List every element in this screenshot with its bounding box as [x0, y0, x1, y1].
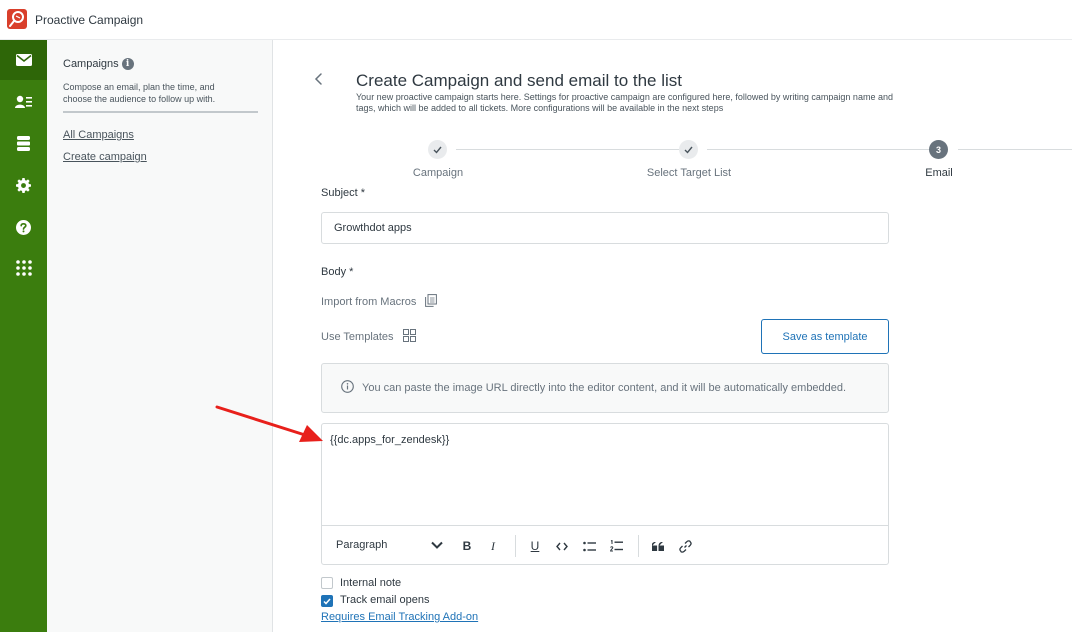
info-circle-icon: [341, 380, 354, 396]
link-button[interactable]: [677, 538, 693, 554]
database-icon: [17, 135, 30, 151]
quote-icon: [652, 541, 664, 551]
mail-icon: [15, 54, 32, 66]
sidebar-title-text: Campaigns: [63, 58, 119, 70]
help-icon: [16, 219, 31, 235]
nav-item-help[interactable]: [0, 207, 47, 247]
blockquote-button[interactable]: [650, 538, 666, 554]
step-3-label: Email: [925, 167, 953, 179]
page-subtitle: Your new proactive campaign starts here.…: [356, 92, 893, 113]
red-annotation-arrow: [215, 405, 323, 442]
sidebar-divider: [63, 111, 258, 113]
back-button[interactable]: [312, 72, 326, 86]
internal-note-checkbox[interactable]: [321, 577, 333, 589]
apps-grid-icon: [15, 260, 32, 276]
check-icon: [684, 146, 693, 154]
bold-button[interactable]: B: [459, 538, 475, 554]
editor-content[interactable]: {{dc.apps_for_zendesk}}: [330, 434, 449, 446]
step-1-circle: [428, 140, 447, 159]
use-templates-label: Use Templates: [321, 331, 394, 343]
check-icon: [323, 598, 331, 605]
chevron-down-icon[interactable]: [431, 541, 443, 549]
track-email-opens-label: Track email opens: [340, 594, 430, 606]
import-macros-button[interactable]: Import from Macros: [321, 294, 438, 310]
toolbar-divider: [515, 535, 516, 557]
required-mark: *: [349, 266, 354, 278]
email-tracking-addon-link[interactable]: Requires Email Tracking Add-on: [321, 611, 478, 623]
campaigns-sidebar: Campaigns i Compose an email, plan the t…: [47, 40, 273, 632]
subject-label-text: Subject: [321, 187, 358, 199]
link-icon: [678, 539, 692, 553]
track-email-opens-checkbox[interactable]: [321, 595, 333, 607]
paragraph-select[interactable]: Paragraph: [336, 539, 387, 551]
all-campaigns-link[interactable]: All Campaigns: [63, 129, 134, 141]
nav-item-campaigns[interactable]: [0, 40, 47, 80]
import-macros-label: Import from Macros: [321, 296, 417, 308]
nav-item-contacts[interactable]: [0, 82, 47, 122]
top-bar: Proactive Campaign: [0, 0, 1072, 40]
gear-icon: [16, 177, 31, 193]
app-logo-icon: [7, 9, 27, 29]
toolbar-divider: [638, 535, 639, 557]
copy-icon: [425, 294, 438, 310]
underline-button[interactable]: U: [527, 538, 543, 554]
check-icon: [433, 146, 442, 154]
create-campaign-link[interactable]: Create campaign: [63, 151, 147, 163]
nav-item-settings[interactable]: [0, 165, 47, 205]
body-label: Body *: [321, 266, 353, 278]
nav-item-data[interactable]: [0, 123, 47, 163]
body-editor[interactable]: {{dc.apps_for_zendesk}} Paragraph B I U: [321, 423, 889, 565]
italic-button[interactable]: I: [485, 538, 501, 554]
step-1-label: Campaign: [412, 167, 464, 179]
body-label-text: Body: [321, 266, 347, 278]
bullet-list-button[interactable]: [581, 538, 597, 554]
numbered-list-icon: [609, 540, 623, 552]
notice-text: You can paste the image URL directly int…: [362, 382, 847, 394]
subject-label: Subject *: [321, 187, 365, 199]
chevron-left-icon: [314, 73, 322, 85]
template-grid-icon: [402, 329, 416, 345]
use-templates-button[interactable]: Use Templates: [321, 329, 416, 345]
bullet-list-icon: [582, 541, 596, 551]
code-icon: [556, 542, 568, 550]
left-nav: [0, 40, 47, 632]
sidebar-description: Compose an email, plan the time, and cho…: [63, 82, 216, 104]
stepper-line: [707, 149, 930, 150]
editor-toolbar: Paragraph B I U: [322, 525, 888, 565]
stepper-line: [456, 149, 679, 150]
nav-item-apps[interactable]: [0, 248, 47, 288]
info-icon[interactable]: i: [121, 58, 134, 70]
page-title: Create Campaign and send email to the li…: [356, 71, 683, 90]
image-url-notice: You can paste the image URL directly int…: [321, 363, 889, 413]
step-2-label: Select Target List: [646, 167, 732, 179]
numbered-list-button[interactable]: [608, 538, 624, 554]
sidebar-title: Campaigns i: [63, 58, 134, 70]
contact-list-icon: [15, 95, 32, 108]
step-2-circle: [679, 140, 698, 159]
app-title: Proactive Campaign: [35, 13, 144, 27]
step-3-circle: 3: [929, 140, 948, 159]
internal-note-label: Internal note: [340, 577, 402, 589]
save-as-template-button[interactable]: Save as template: [761, 319, 889, 354]
required-mark: *: [360, 187, 366, 199]
subject-input[interactable]: Growthdot apps: [321, 212, 889, 244]
code-button[interactable]: [554, 538, 570, 554]
stepper-line: [958, 149, 1072, 150]
